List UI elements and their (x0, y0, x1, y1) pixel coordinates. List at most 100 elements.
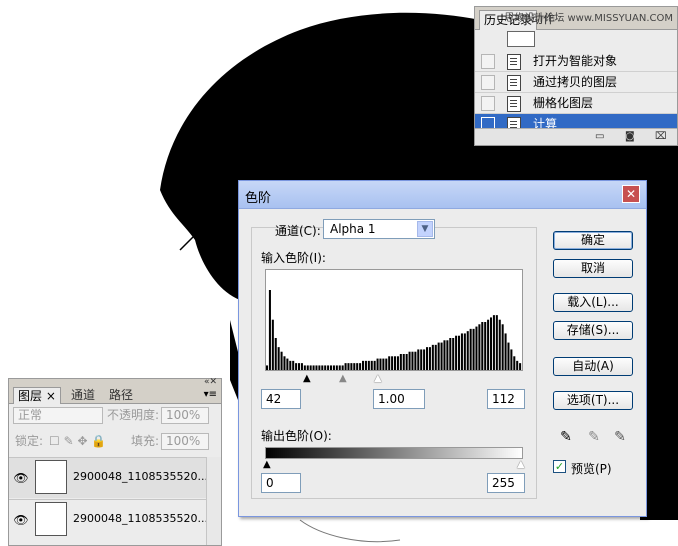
output-levels-label: 输出色阶(O): (261, 429, 332, 443)
snapshot-row[interactable] (479, 31, 669, 49)
histogram-bar (379, 358, 382, 370)
load-button[interactable]: 载入(L)... (553, 293, 633, 312)
histogram-bar (289, 360, 292, 370)
histogram-bar (353, 363, 356, 370)
layer-row[interactable]: 👁 2900048_1108535520... (9, 457, 208, 498)
history-brush-source-box[interactable] (481, 96, 495, 111)
histogram-bar (472, 328, 475, 370)
histogram-bar (408, 351, 411, 370)
eye-icon[interactable]: 👁 (13, 512, 29, 528)
history-item[interactable]: 通过拷贝的图层 (475, 72, 677, 93)
histogram-bar (460, 333, 463, 370)
histogram-bar (370, 360, 373, 370)
ok-button[interactable]: 确定 (553, 231, 633, 250)
cancel-button[interactable]: 取消 (553, 259, 633, 278)
close-icon: ✕ (625, 187, 637, 201)
history-brush-source-box[interactable] (481, 54, 495, 69)
history-brush-source-box[interactable] (481, 75, 495, 90)
histogram-bar (303, 365, 306, 370)
histogram-bar (440, 342, 443, 370)
layer-thumbnail (35, 460, 67, 494)
layer-name: 2900048_1108535520... (73, 470, 208, 483)
histogram-bar (484, 322, 487, 370)
input-black-slider[interactable]: ▲ (303, 374, 311, 384)
histogram-bar (283, 356, 286, 370)
histogram-bar (271, 319, 274, 370)
output-black-field[interactable]: 0 (261, 473, 301, 493)
histogram-bar (359, 363, 362, 370)
histogram-bar (341, 365, 344, 370)
history-item-label: 栅格化图层 (533, 96, 594, 110)
input-white-slider[interactable]: ▲ (374, 374, 382, 384)
histogram-bar (495, 315, 498, 370)
histogram-bar (286, 358, 289, 370)
input-levels-label: 输入色阶(I): (261, 251, 326, 265)
histogram-bar (437, 342, 440, 370)
save-button[interactable]: 存储(S)... (553, 321, 633, 340)
history-item[interactable]: 栅格化图层 (475, 93, 677, 114)
close-button[interactable]: ✕ (622, 185, 640, 203)
layer-name: 2900048_1108535520... (73, 512, 208, 525)
histogram-bar (431, 344, 434, 370)
options-button[interactable]: 选项(T)... (553, 391, 633, 410)
histogram-bar (487, 319, 490, 370)
dialog-title: 色阶 (245, 191, 272, 206)
blend-mode-value: 正常 (18, 408, 43, 422)
black-eyedropper-icon[interactable]: ✎ (557, 428, 575, 446)
history-panel: 历史记录 动作 思缘设计论坛 www.MISSYUAN.COM 打开为智能对象 … (474, 6, 678, 146)
checkmark-icon: ✓ (554, 460, 565, 473)
eye-icon[interactable]: 👁 (13, 470, 29, 486)
snapshot-thumbnail (507, 31, 535, 47)
panel-minimize-close-icon[interactable]: «✕ (204, 377, 217, 387)
histogram-bar (507, 342, 510, 370)
histogram-bar (396, 356, 399, 370)
histogram-bar (498, 319, 501, 370)
dialog-titlebar[interactable]: 色阶 ✕ (239, 181, 646, 209)
histogram-bar (327, 365, 330, 370)
history-step-icon (507, 54, 521, 70)
output-white-slider[interactable]: ▲ (517, 460, 525, 470)
histogram-bar (490, 317, 493, 370)
histogram-bar (295, 363, 298, 370)
histogram-bar (405, 354, 408, 370)
blend-mode-select[interactable]: 正常 (13, 407, 103, 424)
trash-icon[interactable]: ⌧ (655, 131, 667, 142)
auto-button[interactable]: 自动(A) (553, 357, 633, 376)
opacity-field[interactable]: 100% (161, 407, 209, 424)
input-white-field[interactable]: 112 (487, 389, 525, 409)
histogram-bar (344, 363, 347, 370)
channel-select[interactable]: Alpha 1 ▼ (323, 219, 435, 239)
preview-label: 预览(P) (571, 462, 612, 476)
tab-layers[interactable]: 图层 × (13, 387, 61, 404)
output-black-slider[interactable]: ▲ (263, 460, 271, 470)
preview-checkbox[interactable]: ✓ (553, 460, 566, 473)
watermark-text: 思缘设计论坛 www.MISSYUAN.COM (504, 13, 673, 24)
histogram-bar (309, 365, 312, 370)
gray-eyedropper-icon[interactable]: ✎ (585, 428, 603, 446)
layers-scrollbar[interactable] (206, 457, 221, 545)
camera-icon[interactable]: ◙ (625, 131, 635, 142)
histogram-bar (332, 365, 335, 370)
white-eyedropper-icon[interactable]: ✎ (611, 428, 629, 446)
histogram-bar (280, 351, 283, 370)
history-item-label: 打开为智能对象 (533, 54, 618, 68)
output-white-field[interactable]: 255 (487, 473, 525, 493)
histogram-bar (452, 338, 455, 370)
layers-tabs: 图层 × 通道 路径 ▾≡ (9, 387, 221, 404)
histogram-bar (382, 358, 385, 370)
new-document-icon[interactable]: ▭ (595, 131, 604, 142)
panel-menu-icon[interactable]: ▾≡ (204, 389, 217, 400)
tab-channels[interactable]: 通道 (67, 387, 99, 403)
input-gamma-slider[interactable]: ▲ (339, 374, 347, 384)
tab-paths[interactable]: 路径 (105, 387, 137, 403)
histogram-bar (481, 322, 484, 370)
fill-field[interactable]: 100% (161, 433, 209, 450)
output-gradient (265, 447, 523, 459)
fill-label: 填充: (131, 434, 160, 448)
lock-icons[interactable]: ☐ ✎ ✥ 🔒 (49, 431, 106, 451)
layer-row[interactable]: 👁 2900048_1108535520... (9, 499, 208, 540)
history-item[interactable]: 打开为智能对象 (475, 51, 677, 72)
input-black-field[interactable]: 42 (261, 389, 301, 409)
input-gamma-field[interactable]: 1.00 (373, 389, 425, 409)
histogram-bar (402, 354, 405, 370)
